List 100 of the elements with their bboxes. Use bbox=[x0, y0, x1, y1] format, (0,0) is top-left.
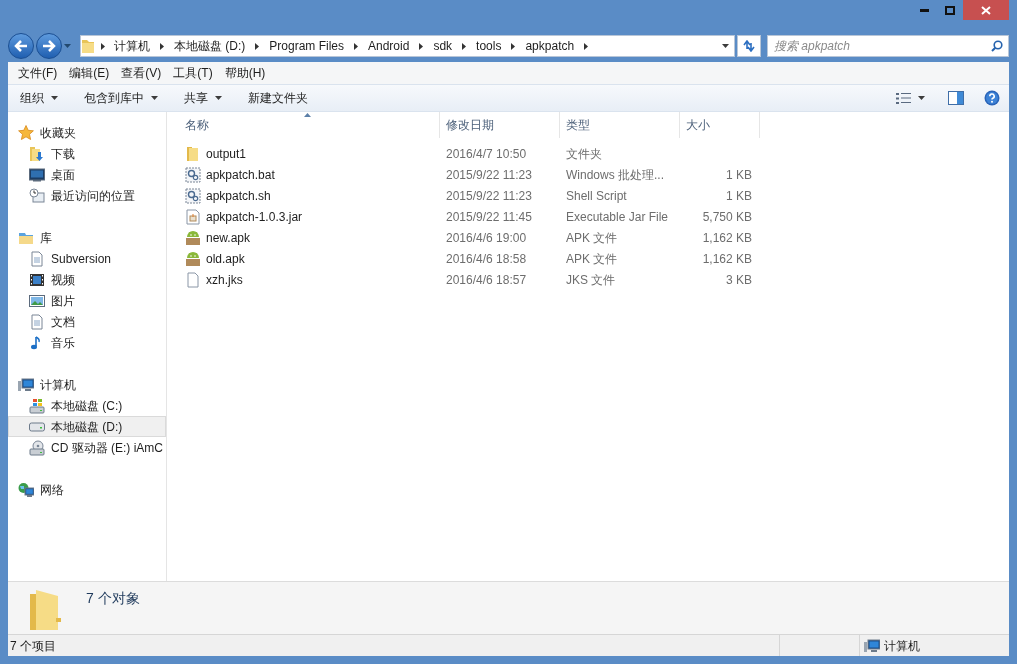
toolbar-button[interactable]: 组织 bbox=[14, 87, 64, 109]
modified-date: 2016/4/7 10:50 bbox=[446, 146, 527, 161]
file-size: 1 KB bbox=[726, 167, 752, 182]
file-size: 5,750 KB bbox=[702, 209, 752, 224]
folder-icon bbox=[29, 145, 45, 162]
address-bar[interactable]: 计算机 本地磁盘 (D:) Program Files Android sdk tools apkpatch bbox=[80, 35, 735, 57]
file-row[interactable]: apkpatch-1.0.3.jar 2015/9/22 11:45 Executable Jar File 5,750 KB bbox=[167, 206, 1009, 227]
menu-item[interactable]: 编辑(E) bbox=[63, 62, 116, 84]
file-name: output1 bbox=[206, 145, 247, 163]
modified-date: 2016/4/6 19:00 bbox=[446, 230, 527, 245]
monitor-icon bbox=[29, 166, 45, 183]
sidebar-item[interactable]: 最近访问的位置 bbox=[8, 185, 166, 206]
back-button[interactable] bbox=[8, 33, 34, 59]
folder-icon bbox=[81, 38, 95, 54]
sidebar-group[interactable]: 计算机 bbox=[8, 374, 166, 395]
column-header[interactable]: 类型 bbox=[560, 112, 680, 138]
chevron-icon bbox=[160, 42, 164, 50]
menu-item[interactable]: 工具(T) bbox=[167, 62, 219, 84]
toolbar-button[interactable]: 共享 bbox=[178, 87, 228, 109]
sidebar-item[interactable]: 音乐 bbox=[8, 332, 166, 353]
column-header[interactable]: 名称 bbox=[167, 112, 440, 138]
file-size: 1 KB bbox=[726, 188, 752, 203]
sidebar-item[interactable]: 本地磁盘 (C:) bbox=[8, 395, 166, 416]
search-icon bbox=[991, 40, 1003, 52]
breadcrumb[interactable]: apkpatch bbox=[524, 37, 576, 55]
chevron-icon bbox=[419, 42, 424, 50]
script-gear-icon bbox=[185, 166, 201, 183]
file-row[interactable]: new.apk 2016/4/6 19:00 APK 文件 1,162 KB bbox=[167, 227, 1009, 248]
computer-icon bbox=[864, 637, 880, 654]
search-field[interactable]: 搜索 apkpatch bbox=[767, 35, 1009, 57]
modified-date: 2015/9/22 11:23 bbox=[446, 188, 532, 203]
breadcrumb[interactable]: sdk bbox=[432, 37, 454, 55]
modified-date: 2015/9/22 11:45 bbox=[446, 209, 532, 224]
breadcrumb[interactable]: 计算机 bbox=[113, 37, 151, 55]
close-icon bbox=[981, 5, 991, 15]
sidebar-group[interactable]: 库 bbox=[8, 227, 166, 248]
sidebar-group[interactable]: 网络 bbox=[8, 479, 166, 500]
item-count: 7 个项目 bbox=[9, 637, 57, 655]
breadcrumb[interactable]: Program Files bbox=[268, 37, 345, 55]
chevron-icon bbox=[255, 42, 260, 50]
sidebar-item[interactable]: 视频 bbox=[8, 269, 166, 290]
folder-icon bbox=[185, 145, 201, 162]
sidebar-item[interactable]: 本地磁盘 (D:) bbox=[8, 416, 166, 437]
sidebar-item[interactable]: 文档 bbox=[8, 311, 166, 332]
file-row[interactable]: apkpatch.sh 2015/9/22 11:23 Shell Script 1 KB bbox=[167, 185, 1009, 206]
file-name: apkpatch.bat bbox=[206, 166, 275, 184]
pane-icon bbox=[948, 91, 964, 105]
recent-places-icon bbox=[29, 187, 45, 204]
sidebar-group[interactable]: 收藏夹 bbox=[8, 122, 166, 143]
column-header[interactable]: 修改日期 bbox=[440, 112, 560, 138]
file-size: 1,162 KB bbox=[702, 251, 752, 266]
refresh-icon bbox=[742, 40, 756, 52]
menu-item[interactable]: 帮助(H) bbox=[218, 62, 272, 84]
sidebar-item[interactable]: CD 驱动器 (E:) iAmC bbox=[8, 437, 166, 458]
file-name: new.apk bbox=[206, 229, 251, 247]
file-name: apkpatch-1.0.3.jar bbox=[206, 208, 303, 226]
sidebar-item[interactable]: 图片 bbox=[8, 290, 166, 311]
file-row[interactable]: old.apk 2016/4/6 18:58 APK 文件 1,162 KB bbox=[167, 248, 1009, 269]
file-type: JKS 文件 bbox=[566, 272, 616, 287]
file-type: Executable Jar File bbox=[566, 209, 669, 224]
caret-icon bbox=[64, 44, 71, 48]
android-robot-icon bbox=[185, 250, 201, 267]
blank-file-icon bbox=[185, 271, 201, 288]
file-name: xzh.jks bbox=[206, 271, 243, 289]
film-icon bbox=[29, 271, 45, 288]
file-size: 1,162 KB bbox=[702, 230, 752, 245]
disc-drive-icon bbox=[29, 439, 45, 456]
file-type: APK 文件 bbox=[566, 251, 618, 266]
script-gear-icon bbox=[185, 187, 201, 204]
caret-icon bbox=[918, 96, 925, 100]
network-icon bbox=[18, 481, 34, 498]
menu-item[interactable]: 文件(F) bbox=[12, 62, 64, 84]
file-row[interactable]: xzh.jks 2016/4/6 18:57 JKS 文件 3 KB bbox=[167, 269, 1009, 290]
forward-button[interactable] bbox=[36, 33, 62, 59]
item-count: 7 个对象 bbox=[86, 589, 140, 608]
refresh-button[interactable] bbox=[737, 35, 761, 57]
chevron-icon bbox=[462, 42, 467, 50]
toolbar-button[interactable]: 新建文件夹 bbox=[242, 87, 314, 109]
arrow-icon bbox=[42, 40, 56, 52]
column-header[interactable]: 大小 bbox=[680, 112, 760, 138]
close-button[interactable] bbox=[963, 0, 1009, 20]
star-icon bbox=[18, 124, 34, 141]
sidebar-item[interactable]: 下载 bbox=[8, 143, 166, 164]
breadcrumb[interactable]: Android bbox=[367, 37, 411, 55]
file-row[interactable]: apkpatch.bat 2015/9/22 11:23 Windows 批处理... 1 KB bbox=[167, 164, 1009, 185]
menu-item[interactable]: 查看(V) bbox=[115, 62, 168, 84]
breadcrumb[interactable]: 本地磁盘 (D:) bbox=[173, 37, 247, 55]
modified-date: 2016/4/6 18:57 bbox=[446, 272, 527, 287]
document-icon bbox=[29, 313, 45, 330]
sidebar-item[interactable]: 桌面 bbox=[8, 164, 166, 185]
file-row[interactable]: output1 2016/4/7 10:50 文件夹 bbox=[167, 143, 1009, 164]
chevron-icon bbox=[511, 42, 516, 50]
document-icon bbox=[29, 250, 45, 267]
toolbar-button[interactable]: 包含到库中 bbox=[78, 87, 164, 109]
breadcrumb[interactable]: tools bbox=[475, 37, 503, 55]
file-type: Shell Script bbox=[566, 188, 627, 203]
sidebar-item[interactable]: Subversion bbox=[8, 248, 166, 269]
maximize-icon bbox=[945, 5, 955, 15]
arrow-icon bbox=[14, 40, 28, 52]
help-icon bbox=[984, 90, 1000, 106]
